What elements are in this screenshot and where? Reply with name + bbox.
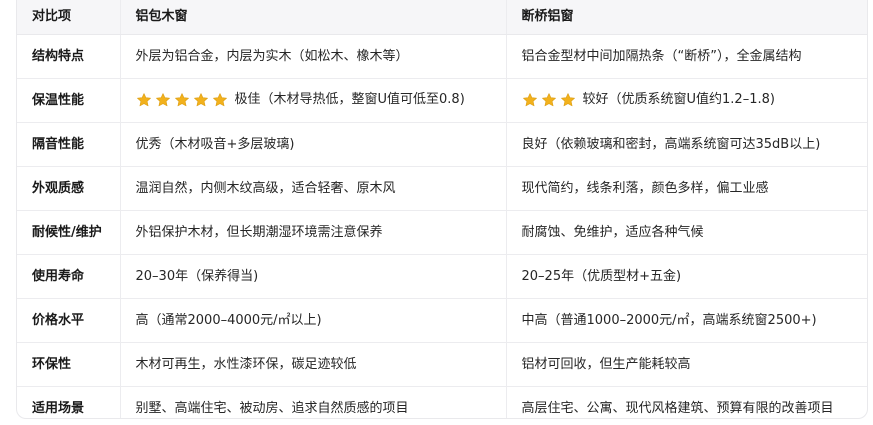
cell-thermal-break-aluminum: 耐腐蚀、免维护，适应各种气候 <box>505 210 867 255</box>
cell-aluminum-clad-wood: 优秀（木材吸音+多层玻璃) <box>119 122 506 167</box>
cell-aluminum-clad-wood: 外铝保护木材，但长期潮湿环境需注意保养 <box>119 210 506 255</box>
cell-aluminum-clad-wood: 木材可再生，水性漆环保，碳足迹较低 <box>119 342 506 387</box>
table-row: 耐候性/维护 外铝保护木材，但长期潮湿环境需注意保养 耐腐蚀、免维护，适应各种气… <box>17 210 867 255</box>
table-row: 结构特点 外层为铝合金，内层为实木（如松木、橡木等） 铝合金型材中间加隔热条（“… <box>17 34 867 79</box>
star-icon <box>212 92 228 108</box>
table-row: 环保性 木材可再生，水性漆环保，碳足迹较低 铝材可回收，但生产能耗较高 <box>17 342 867 387</box>
star-icon <box>174 92 190 108</box>
header-comparison-item: 对比项 <box>17 0 120 35</box>
star-rating <box>136 91 231 109</box>
cell-aluminum-clad-wood: 极佳（木材导热低，整窗U值可低至0.8) <box>119 78 506 123</box>
cell-thermal-break-aluminum: 高层住宅、公寓、现代风格建筑、预算有限的改善项目 <box>505 386 867 418</box>
table-row: 隔音性能 优秀（木材吸音+多层玻璃) 良好（依赖玻璃和密封，高端系统窗可达35d… <box>17 122 867 167</box>
star-rating <box>522 91 579 109</box>
cell-thermal-break-aluminum: 现代简约，线条利落，颜色多样，偏工业感 <box>505 166 867 211</box>
row-label: 保温性能 <box>17 78 120 123</box>
cell-text: 极佳（木材导热低，整窗U值可低至0.8) <box>234 92 465 108</box>
row-label: 外观质感 <box>17 166 120 211</box>
cell-aluminum-clad-wood: 别墅、高端住宅、被动房、追求自然质感的项目 <box>119 386 506 418</box>
cell-thermal-break-aluminum: 良好（依赖玻璃和密封，高端系统窗可达35dB以上) <box>505 122 867 167</box>
table-row: 适用场景 别墅、高端住宅、被动房、追求自然质感的项目 高层住宅、公寓、现代风格建… <box>17 386 867 418</box>
star-icon <box>560 92 576 108</box>
star-icon <box>522 92 538 108</box>
comparison-table: 对比项 铝包木窗 断桥铝窗 结构特点 外层为铝合金，内层为实木（如松木、橡木等）… <box>17 0 867 418</box>
table-row: 使用寿命 20–30年（保养得当) 20–25年（优质型材+五金) <box>17 254 867 299</box>
cell-thermal-break-aluminum: 铝材可回收，但生产能耗较高 <box>505 342 867 387</box>
star-icon <box>193 92 209 108</box>
cell-aluminum-clad-wood: 20–30年（保养得当) <box>119 254 506 299</box>
cell-aluminum-clad-wood: 温润自然，内侧木纹高级，适合轻奢、原木风 <box>119 166 506 211</box>
cell-thermal-break-aluminum: 20–25年（优质型材+五金) <box>505 254 867 299</box>
row-label: 隔音性能 <box>17 122 120 167</box>
cell-thermal-break-aluminum: 较好（优质系统窗U值约1.2–1.8) <box>505 78 867 123</box>
star-icon <box>155 92 171 108</box>
cell-text: 较好（优质系统窗U值约1.2–1.8) <box>582 92 775 108</box>
cell-thermal-break-aluminum: 铝合金型材中间加隔热条（“断桥”），全金属结构 <box>505 34 867 79</box>
cell-thermal-break-aluminum: 中高（普通1000–2000元/㎡，高端系统窗2500+) <box>505 298 867 343</box>
row-label: 结构特点 <box>17 34 120 79</box>
table-row: 保温性能 极佳（木材导热低，整窗U值可低至0.8) 较好（优质系统窗U值约1.2… <box>17 78 867 123</box>
table-row: 外观质感 温润自然，内侧木纹高级，适合轻奢、原木风 现代简约，线条利落，颜色多样… <box>17 166 867 211</box>
row-label: 价格水平 <box>17 298 120 343</box>
table-row: 价格水平 高（通常2000–4000元/㎡以上) 中高（普通1000–2000元… <box>17 298 867 343</box>
header-thermal-break-aluminum-window: 断桥铝窗 <box>505 0 867 35</box>
cell-aluminum-clad-wood: 外层为铝合金，内层为实木（如松木、橡木等） <box>119 34 506 79</box>
cell-aluminum-clad-wood: 高（通常2000–4000元/㎡以上) <box>119 298 506 343</box>
header-aluminum-clad-wood-window: 铝包木窗 <box>119 0 506 35</box>
row-label: 环保性 <box>17 342 120 387</box>
row-label: 耐候性/维护 <box>17 210 120 255</box>
table-header-row: 对比项 铝包木窗 断桥铝窗 <box>17 0 867 35</box>
row-label: 使用寿命 <box>17 254 120 299</box>
star-icon <box>541 92 557 108</box>
star-icon <box>136 92 152 108</box>
row-label: 适用场景 <box>32 400 85 416</box>
comparison-table-container: 对比项 铝包木窗 断桥铝窗 结构特点 外层为铝合金，内层为实木（如松木、橡木等）… <box>16 0 868 419</box>
